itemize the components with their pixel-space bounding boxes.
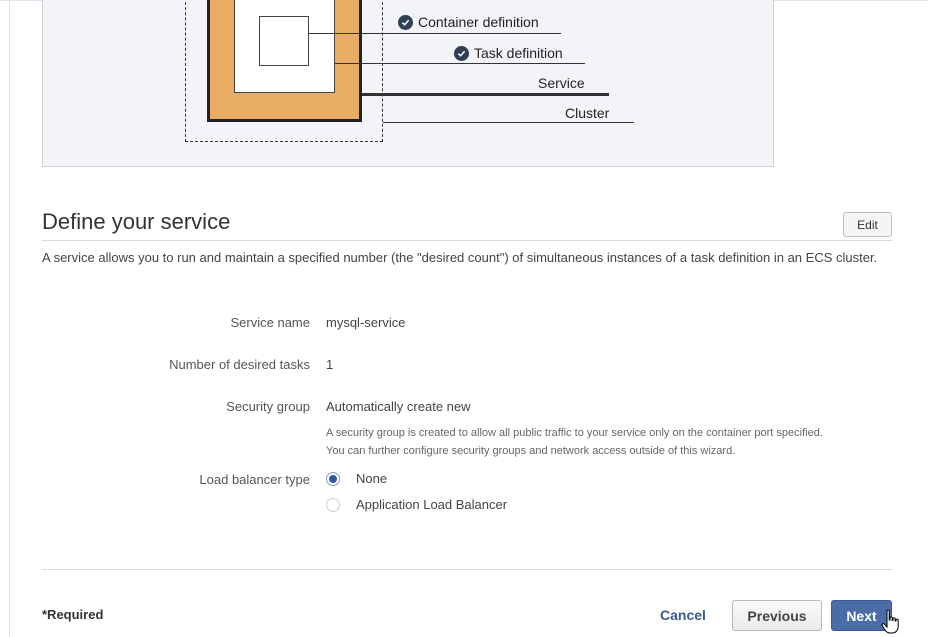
- service-text: Service: [538, 75, 585, 91]
- section-description: A service allows you to run and maintain…: [42, 250, 878, 265]
- security-group-help-line-2: You can further configure security group…: [326, 445, 736, 457]
- hand-cursor-icon: [881, 609, 899, 634]
- service-name-label: Service name: [230, 315, 310, 330]
- task-leader-line: [335, 63, 585, 64]
- required-note: *Required: [42, 607, 104, 622]
- task-definition-label: Task definition: [454, 45, 563, 61]
- cluster-text: Cluster: [565, 105, 610, 121]
- radio-none-option[interactable]: None: [326, 471, 387, 486]
- radio-none-label: None: [356, 471, 388, 486]
- previous-button[interactable]: Previous: [732, 600, 822, 631]
- load-balancer-label: Load balancer type: [199, 472, 310, 487]
- service-label: Service: [538, 75, 585, 91]
- security-group-help-line-1: A security group is created to allow all…: [326, 427, 823, 439]
- left-border: [9, 0, 10, 637]
- service-name-value: mysql-service: [326, 315, 406, 330]
- cluster-leader-line: [383, 122, 634, 123]
- radio-alb-label: Application Load Balancer: [356, 497, 508, 512]
- security-group-label: Security group: [226, 399, 310, 414]
- footer-divider: [42, 569, 892, 570]
- check-circle-icon: [454, 45, 469, 61]
- service-diagram-panel: Container definition Task definition Ser…: [42, 0, 774, 167]
- container-definition-box: [259, 16, 309, 66]
- radio-application-load-balancer[interactable]: [326, 497, 340, 512]
- service-leader-line: [362, 93, 609, 96]
- section-divider: [42, 240, 892, 241]
- security-group-value: Automatically create new: [326, 399, 471, 414]
- edit-button[interactable]: Edit: [843, 212, 892, 237]
- desired-tasks-value: 1: [326, 357, 334, 372]
- security-group-help: A security group is created to allow all…: [326, 424, 886, 460]
- radio-alb-option[interactable]: Application Load Balancer: [326, 497, 507, 512]
- page-title: Define your service: [42, 209, 231, 234]
- cancel-button[interactable]: Cancel: [660, 607, 706, 623]
- desired-tasks-label: Number of desired tasks: [169, 357, 310, 372]
- container-leader-line: [309, 33, 561, 34]
- cluster-label: Cluster: [565, 105, 609, 121]
- radio-none[interactable]: [326, 471, 340, 486]
- task-definition-text: Task definition: [474, 45, 563, 61]
- check-circle-icon: [398, 14, 413, 30]
- container-definition-label: Container definition: [398, 14, 539, 30]
- container-definition-text: Container definition: [418, 14, 539, 30]
